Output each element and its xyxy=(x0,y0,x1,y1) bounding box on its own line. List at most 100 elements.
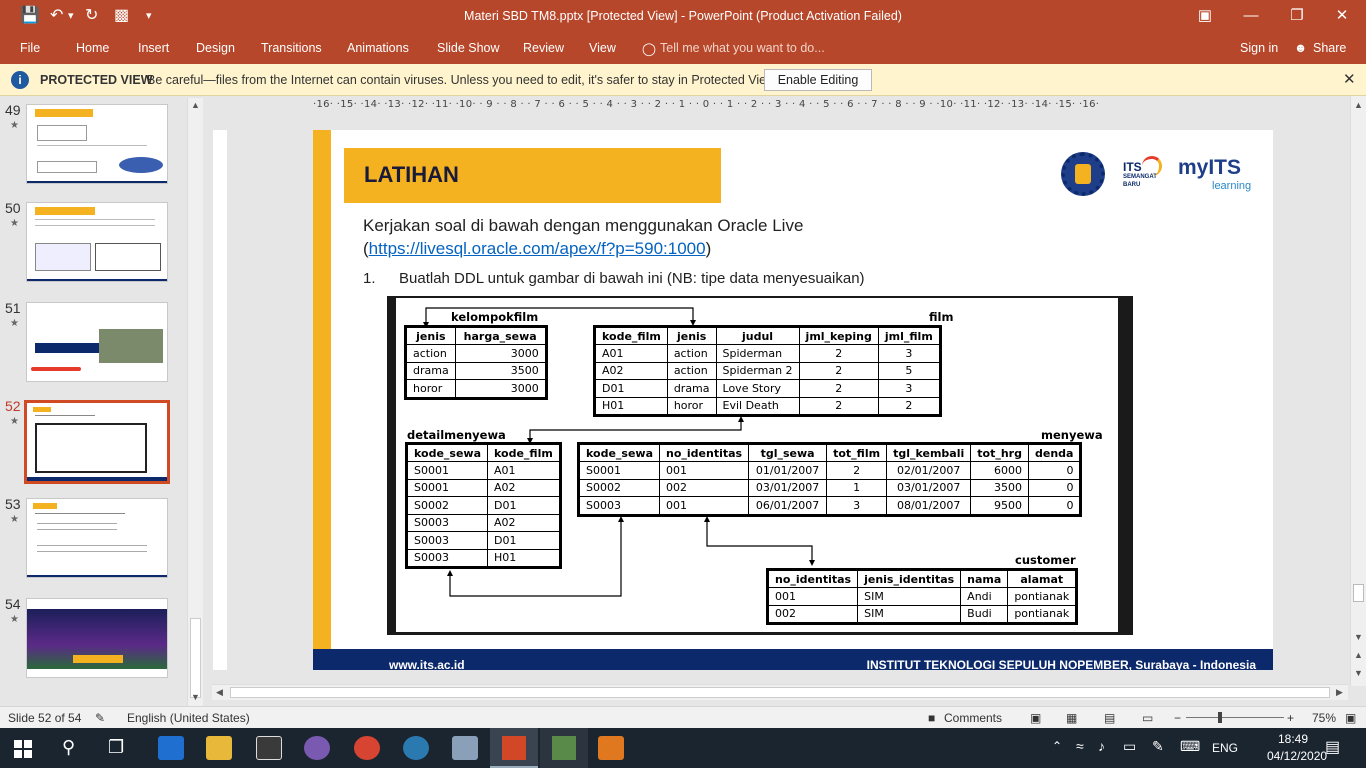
column-header: tot_hrg xyxy=(970,444,1029,462)
slide-show-icon[interactable]: ▭ xyxy=(1142,711,1153,725)
wifi-icon[interactable]: ≈ xyxy=(1076,738,1084,754)
zoom-slider[interactable] xyxy=(1186,717,1284,718)
column-header: jenis xyxy=(406,327,456,345)
enable-editing-button[interactable]: Enable Editing xyxy=(764,69,872,91)
slide-thumbnail-53[interactable] xyxy=(26,498,168,578)
edge-icon[interactable] xyxy=(158,736,184,760)
language-status[interactable]: English (United States) xyxy=(127,711,250,725)
windows-start-icon[interactable] xyxy=(14,740,32,758)
table-cell: 3 xyxy=(877,344,940,363)
clock-date[interactable]: 04/12/2020 xyxy=(1267,749,1327,763)
table-cell: A02 xyxy=(595,361,668,380)
comments-button[interactable]: Comments xyxy=(944,711,1002,725)
tab-animations[interactable]: Animations xyxy=(347,41,409,55)
table-cell: D01 xyxy=(595,379,668,398)
slide-thumbnail-50[interactable] xyxy=(26,202,168,282)
reading-view-icon[interactable]: ▤ xyxy=(1104,711,1115,725)
table-row: S0001 A01 xyxy=(406,461,560,480)
screen-app-taskbar-button[interactable] xyxy=(540,728,588,768)
tell-me-box[interactable]: Tell me what you want to do... xyxy=(660,41,825,55)
sublime-icon[interactable] xyxy=(598,736,624,760)
table-cell: 3 xyxy=(826,496,888,515)
tab-transitions[interactable]: Transitions xyxy=(261,41,322,55)
tray-chevron-icon[interactable]: ⌃ xyxy=(1052,739,1062,753)
store-icon[interactable] xyxy=(256,736,282,760)
slide-thumbnail-54[interactable] xyxy=(26,598,168,678)
thumb-number: 52 xyxy=(5,398,21,414)
oracle-live-link[interactable]: https://livesql.oracle.com/apex/f?p=590:… xyxy=(369,239,706,258)
spelling-icon[interactable]: ✎ xyxy=(95,711,105,725)
table-cell: 002 xyxy=(767,604,859,623)
table-cell: 3500 xyxy=(454,361,546,380)
tab-slide-show[interactable]: Slide Show xyxy=(437,41,500,55)
menyewa-label: menyewa xyxy=(1041,428,1103,442)
footer-website: www.its.ac.id xyxy=(389,658,465,670)
title-box: LATIHAN xyxy=(344,148,721,203)
tab-review[interactable]: Review xyxy=(523,41,564,55)
zoom-in-icon[interactable]: + xyxy=(1287,711,1294,725)
fit-to-window-icon[interactable]: ▣ xyxy=(1345,711,1356,725)
thumb-number: 51 xyxy=(5,300,21,316)
globe-app-icon[interactable] xyxy=(403,736,429,760)
scroll-thumb[interactable] xyxy=(1353,584,1364,602)
table-row: S0003 D01 xyxy=(406,531,560,550)
normal-view-icon[interactable]: ▣ xyxy=(1030,711,1041,725)
table-row: S0002 D01 xyxy=(406,496,560,515)
table-cell: 06/01/2007 xyxy=(748,496,828,515)
myits-learning-logo: myITS learning xyxy=(1178,156,1252,192)
tab-view[interactable]: View xyxy=(589,41,616,55)
slide-sorter-icon[interactable]: ▦ xyxy=(1066,711,1077,725)
search-icon[interactable]: ⚲ xyxy=(62,737,75,758)
table-cell: pontianak xyxy=(1007,587,1077,606)
chrome-icon[interactable] xyxy=(354,736,380,760)
previous-slide-icon[interactable]: ▲ xyxy=(1354,650,1363,660)
column-header: jenis_identitas xyxy=(857,570,962,588)
tab-file[interactable]: File xyxy=(20,41,40,55)
list-number: 1. xyxy=(363,270,376,287)
powerpoint-taskbar-button[interactable] xyxy=(490,728,538,768)
lightbulb-icon: ◯ xyxy=(642,42,656,56)
pen-icon[interactable]: ✎ xyxy=(1152,738,1164,755)
slide-thumbnail-49[interactable] xyxy=(26,104,168,184)
column-header: nama xyxy=(960,570,1009,588)
tab-home[interactable]: Home xyxy=(76,41,109,55)
zoom-slider-thumb[interactable] xyxy=(1218,712,1222,723)
next-slide-icon[interactable]: ▼ xyxy=(1354,668,1363,678)
restore-button[interactable]: ❐ xyxy=(1282,4,1312,28)
tab-design[interactable]: Design xyxy=(196,41,235,55)
customer-label: customer xyxy=(1015,553,1076,567)
close-bar-icon[interactable]: ✕ xyxy=(1343,70,1356,88)
task-view-icon[interactable]: ❐ xyxy=(108,737,124,758)
ribbon-display-options-icon[interactable]: ▣ xyxy=(1190,4,1220,28)
file-explorer-icon[interactable] xyxy=(206,736,232,760)
keyboard-icon[interactable]: ⌨ xyxy=(1180,738,1200,755)
table-cell: 6000 xyxy=(970,461,1029,480)
editor-horizontal-scrollbar[interactable]: ◀ ▶ xyxy=(212,684,1348,700)
zoom-level[interactable]: 75% xyxy=(1312,711,1336,725)
table-cell: action xyxy=(666,361,717,380)
slide-thumbnail-51[interactable] xyxy=(26,302,168,382)
table-cell: 2 xyxy=(798,379,879,398)
app-icon[interactable] xyxy=(304,736,330,760)
notifications-icon[interactable]: ▤ xyxy=(1325,737,1340,757)
clock-time[interactable]: 18:49 xyxy=(1278,732,1308,746)
zoom-out-icon[interactable]: − xyxy=(1174,711,1181,725)
battery-icon[interactable]: ▭ xyxy=(1123,738,1136,755)
image-viewer-icon[interactable] xyxy=(452,736,478,760)
sign-in-link[interactable]: Sign in xyxy=(1240,41,1278,55)
editor-vertical-scrollbar[interactable]: ▲ ▼ ▲ ▼ xyxy=(1350,96,1366,686)
table-row: horor 3000 xyxy=(406,379,546,398)
volume-icon[interactable]: ♪ xyxy=(1098,738,1105,754)
minimize-button[interactable]: — xyxy=(1236,4,1266,28)
table-cell: 2 xyxy=(826,461,888,480)
table-cell: A02 xyxy=(487,478,560,497)
tab-insert[interactable]: Insert xyxy=(138,41,169,55)
table-cell: action xyxy=(666,344,717,363)
thumbnails-scrollbar[interactable]: ▲ ▼ xyxy=(187,98,203,706)
slide-thumbnail-52[interactable] xyxy=(24,400,170,484)
input-language[interactable]: ENG xyxy=(1212,741,1238,755)
share-button[interactable]: Share xyxy=(1313,41,1346,55)
column-header: kode_sewa xyxy=(406,444,489,462)
close-button[interactable]: ✕ xyxy=(1327,4,1357,28)
table-cell: 9500 xyxy=(970,496,1029,515)
